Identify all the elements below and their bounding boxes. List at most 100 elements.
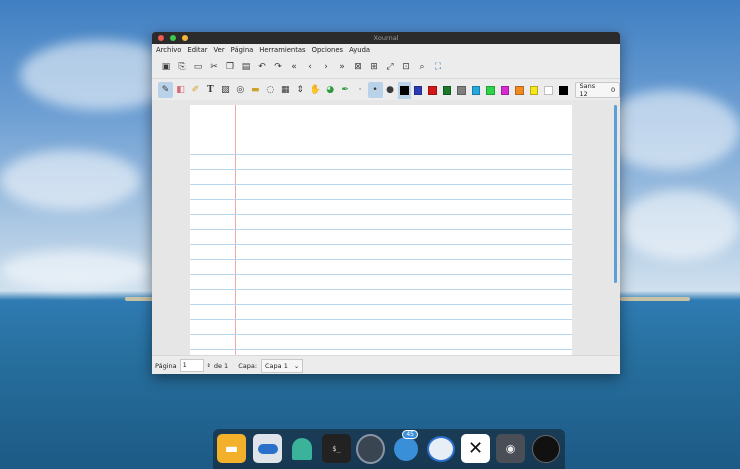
next-page-icon[interactable]: › bbox=[318, 59, 334, 75]
page-rule-line bbox=[190, 259, 572, 260]
prev-page-icon[interactable]: ‹ bbox=[302, 59, 318, 75]
hand-icon[interactable]: ✋ bbox=[308, 82, 323, 98]
zoom-in-icon[interactable]: ⌕ bbox=[414, 59, 430, 75]
color-red[interactable] bbox=[428, 85, 437, 95]
color-green[interactable] bbox=[442, 85, 452, 95]
island bbox=[620, 297, 690, 301]
status-bar: Página 1 ⇕ de 1 Capa: Capa 1 ⌄ bbox=[152, 355, 620, 374]
page-rule-line bbox=[190, 154, 572, 155]
copy-icon[interactable]: ❐ bbox=[222, 59, 238, 75]
pen-icon[interactable]: ✎ bbox=[158, 82, 173, 98]
color-light-green[interactable] bbox=[486, 85, 495, 95]
paste-icon[interactable]: ▤ bbox=[238, 59, 254, 75]
page-rule-line bbox=[190, 184, 572, 185]
canvas-area[interactable] bbox=[152, 100, 620, 355]
mail-icon[interactable] bbox=[426, 434, 455, 463]
color-orange[interactable] bbox=[515, 85, 524, 95]
text-tool-icon[interactable]: T bbox=[203, 82, 218, 98]
color-blue[interactable] bbox=[413, 85, 423, 95]
menu-opciones[interactable]: Opciones bbox=[312, 46, 343, 54]
highlighter-icon[interactable]: ✐ bbox=[188, 82, 203, 98]
color-black-selected[interactable] bbox=[397, 81, 411, 99]
menu-archivo[interactable]: Archivo bbox=[156, 46, 181, 54]
speaker-icon[interactable] bbox=[356, 433, 385, 464]
zoom-fit-icon[interactable]: ⊠ bbox=[350, 59, 366, 75]
shape-recognizer-icon[interactable]: ◎ bbox=[233, 82, 248, 98]
close-x-app-icon[interactable]: ✕ bbox=[461, 434, 490, 463]
notification-badge: 45 bbox=[402, 430, 418, 439]
lasso-icon[interactable]: ◌ bbox=[263, 82, 278, 98]
island bbox=[125, 297, 155, 301]
lined-page[interactable] bbox=[190, 105, 572, 355]
first-page-icon[interactable]: « bbox=[286, 59, 302, 75]
page-rule-line bbox=[190, 199, 572, 200]
save-icon[interactable]: ▣ bbox=[158, 59, 174, 75]
color-white[interactable] bbox=[544, 85, 553, 95]
vertical-space-icon[interactable]: ⇕ bbox=[293, 82, 308, 98]
chevron-down-icon: ⌄ bbox=[293, 361, 300, 370]
shape-pen-icon[interactable]: ✒ bbox=[338, 82, 353, 98]
image-tool-icon[interactable]: ▨ bbox=[218, 82, 233, 98]
dock: ▬ $_ 45 ✕ ◉ bbox=[213, 429, 565, 469]
color-custom[interactable] bbox=[558, 85, 568, 95]
menu-bar: Archivo Editar Ver Página Herramientas O… bbox=[152, 44, 620, 56]
ruler-icon[interactable]: ▬ bbox=[248, 82, 263, 98]
redo-icon[interactable]: ↷ bbox=[270, 59, 286, 75]
page-spinner-icon[interactable]: ⇕ bbox=[207, 363, 211, 369]
clock-icon[interactable] bbox=[531, 434, 560, 463]
menu-editar[interactable]: Editar bbox=[187, 46, 207, 54]
xournal-window: Xournal Archivo Editar Ver Página Herram… bbox=[152, 32, 620, 374]
zoom-width-icon[interactable]: ⤢ bbox=[382, 59, 398, 75]
thick-stroke-icon[interactable]: ● bbox=[383, 82, 398, 98]
page-rule-line bbox=[190, 229, 572, 230]
files-icon[interactable]: ▬ bbox=[217, 434, 246, 463]
page-rule-line bbox=[190, 214, 572, 215]
color-magenta[interactable] bbox=[500, 85, 510, 95]
ghost-app-icon[interactable] bbox=[287, 434, 316, 463]
screenshot-icon[interactable]: ◉ bbox=[496, 434, 525, 463]
page-rule-line bbox=[190, 334, 572, 335]
layer-select[interactable]: Capa 1 ⌄ bbox=[261, 358, 304, 373]
cloud bbox=[0, 250, 150, 290]
menu-pagina[interactable]: Página bbox=[231, 46, 254, 54]
color-gray[interactable] bbox=[457, 85, 466, 95]
page-number-input[interactable]: 1 bbox=[179, 359, 204, 372]
open-icon[interactable]: ▭ bbox=[190, 59, 206, 75]
page-margin-line bbox=[235, 105, 236, 355]
zoom-page-icon[interactable]: ⊞ bbox=[366, 59, 382, 75]
eraser-icon[interactable]: ◧ bbox=[173, 82, 188, 98]
color-yellow[interactable] bbox=[529, 85, 539, 95]
page-rule-line bbox=[190, 244, 572, 245]
cut-icon[interactable]: ✂ bbox=[206, 59, 222, 75]
last-page-icon[interactable]: » bbox=[334, 59, 350, 75]
window-title: Xournal bbox=[373, 34, 399, 42]
title-bar[interactable]: Xournal bbox=[152, 32, 620, 44]
telegram-icon[interactable]: 45 bbox=[391, 430, 420, 463]
rect-select-icon[interactable]: ▦ bbox=[278, 82, 293, 98]
fullscreen-icon[interactable]: ⛶ bbox=[430, 59, 446, 75]
color-light-blue[interactable] bbox=[471, 85, 481, 95]
font-value: 0 bbox=[611, 86, 616, 94]
terminal-icon[interactable]: $_ bbox=[322, 434, 351, 463]
cloud bbox=[600, 90, 740, 170]
undo-icon[interactable]: ↶ bbox=[254, 59, 270, 75]
medium-stroke-icon[interactable]: • bbox=[367, 82, 383, 98]
font-button[interactable]: Sans 12 0 bbox=[574, 82, 620, 98]
default-pen-icon[interactable]: ◕ bbox=[323, 82, 338, 98]
page-rule-line bbox=[190, 349, 572, 350]
menu-herramientas[interactable]: Herramientas bbox=[259, 46, 305, 54]
menu-ver[interactable]: Ver bbox=[214, 46, 225, 54]
menu-ayuda[interactable]: Ayuda bbox=[349, 46, 370, 54]
new-page-icon[interactable]: ⎘ bbox=[174, 59, 190, 75]
vertical-scrollbar[interactable] bbox=[614, 105, 617, 283]
page-rule-line bbox=[190, 304, 572, 305]
layer-value: Capa 1 bbox=[265, 361, 288, 370]
thin-stroke-icon[interactable]: · bbox=[353, 82, 368, 98]
settings-toggle-icon[interactable] bbox=[253, 434, 282, 463]
zoom-out-icon[interactable]: ⊡ bbox=[398, 59, 414, 75]
page-rule-line bbox=[190, 169, 572, 170]
cloud bbox=[0, 150, 140, 210]
page-rule-line bbox=[190, 289, 572, 290]
page-count: de 1 bbox=[213, 361, 229, 370]
cloud bbox=[620, 190, 740, 260]
